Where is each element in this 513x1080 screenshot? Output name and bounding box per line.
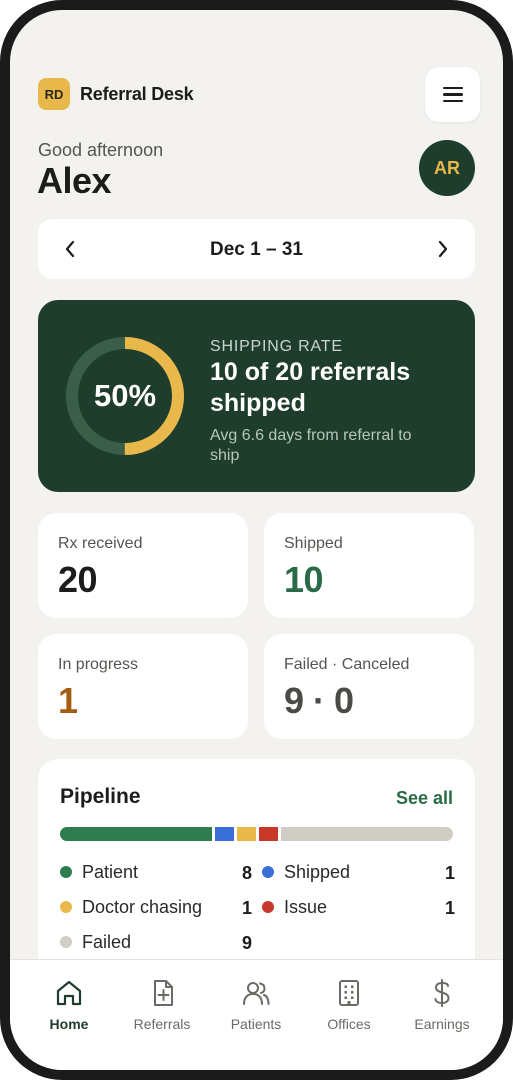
date-range-label: Dec 1 – 31 <box>210 239 303 260</box>
brand: RD Referral Desk <box>38 78 194 110</box>
see-all-link[interactable]: See all <box>396 788 453 809</box>
users-icon <box>243 982 270 1005</box>
shipping-rate-eyebrow: SHIPPING RATE <box>210 338 343 355</box>
legend-label: Failed <box>82 931 132 952</box>
stat-label: Failed · Canceled <box>284 656 410 673</box>
stat-card-shipped[interactable]: Shipped 10 <box>264 513 474 618</box>
user-name: Alex <box>37 160 112 201</box>
legend-dot <box>262 866 274 878</box>
legend-item-issue[interactable]: Issue <box>262 896 327 918</box>
stat-label: Rx received <box>58 535 143 552</box>
brand-name: Referral Desk <box>80 83 194 104</box>
legend-dot <box>60 936 72 948</box>
nav-item-patients[interactable]: Patients <box>211 978 301 1032</box>
nav-item-earnings[interactable]: Earnings <box>397 978 487 1032</box>
nav-label: Earnings <box>414 1016 470 1032</box>
brand-logo: RD <box>38 78 70 110</box>
legend-count: 8 <box>242 863 253 883</box>
stat-card-in-progress[interactable]: In progress 1 <box>38 634 248 739</box>
pipeline-segment-shipped <box>215 827 234 841</box>
chevron-right-icon <box>438 240 448 258</box>
avatar[interactable]: AR <box>419 140 475 196</box>
shipping-rate-percent: 50% <box>93 378 157 413</box>
stat-value: 10 <box>284 559 324 600</box>
legend-count: 1 <box>242 898 253 918</box>
greeting-text: Good afternoon <box>38 140 164 160</box>
phone-frame: RD Referral Desk Good afternoon Alex AR … <box>0 0 513 1080</box>
date-range-selector: Dec 1 – 31 <box>38 219 475 279</box>
shipping-rate-headline: 10 of 20 referrals shipped <box>210 358 411 417</box>
pipeline-segment-patient <box>60 827 212 841</box>
nav-label: Referrals <box>133 1016 191 1032</box>
legend-label: Shipped <box>284 861 351 882</box>
legend-dot <box>60 866 72 878</box>
bottom-navigation: Home Referrals Patients Offices Earnings <box>10 959 503 1070</box>
pipeline-segment-issue <box>259 827 278 841</box>
shipping-rate-subtext: Avg 6.6 days from referral to ship <box>210 427 412 464</box>
pipeline-title: Pipeline <box>60 785 141 808</box>
nav-label: Home <box>49 1016 89 1032</box>
nav-item-referrals[interactable]: Referrals <box>117 978 207 1032</box>
legend-label: Patient <box>82 861 139 882</box>
menu-button[interactable] <box>425 67 480 122</box>
legend-item-shipped[interactable]: Shipped <box>262 861 350 883</box>
stat-card-rx-received[interactable]: Rx received 20 <box>38 513 248 618</box>
stat-value: 9 · 0 <box>284 680 354 721</box>
stat-label: In progress <box>58 656 139 673</box>
legend-count: 1 <box>445 898 456 918</box>
nav-label: Patients <box>230 1016 282 1032</box>
dollar-icon <box>434 979 450 1007</box>
pipeline-segment-failed <box>281 827 453 841</box>
stat-label: Shipped <box>284 535 343 552</box>
stat-card-failed-canceled[interactable]: Failed · Canceled 9 · 0 <box>264 634 474 739</box>
pipeline-segment-doctor-chasing <box>237 827 256 841</box>
stat-value: 20 <box>58 559 98 600</box>
nav-label: Offices <box>327 1016 371 1032</box>
legend-item-patient[interactable]: Patient <box>60 861 138 883</box>
shipping-rate-card[interactable]: 50% SHIPPING RATE 10 of 20 referrals shi… <box>38 300 475 492</box>
legend-dot <box>262 901 274 913</box>
nav-item-home[interactable]: Home <box>24 978 114 1032</box>
pipeline-bar <box>60 827 453 841</box>
building-icon <box>339 980 359 1006</box>
legend-count: 1 <box>445 863 456 883</box>
next-period-button[interactable] <box>430 236 456 262</box>
legend-dot <box>60 901 72 913</box>
legend-label: Issue <box>284 896 328 917</box>
app-screen: RD Referral Desk Good afternoon Alex AR … <box>10 10 503 1070</box>
legend-count: 9 <box>242 933 253 953</box>
document-plus-icon <box>154 980 173 1006</box>
nav-item-offices[interactable]: Offices <box>304 978 394 1032</box>
hamburger-icon <box>442 86 463 90</box>
legend-label: Doctor chasing <box>82 896 203 917</box>
home-icon <box>56 980 82 1006</box>
stat-value: 1 <box>58 680 78 721</box>
legend-item-failed[interactable]: Failed <box>60 931 131 953</box>
legend-item-doctor-chasing[interactable]: Doctor chasing <box>60 896 202 918</box>
